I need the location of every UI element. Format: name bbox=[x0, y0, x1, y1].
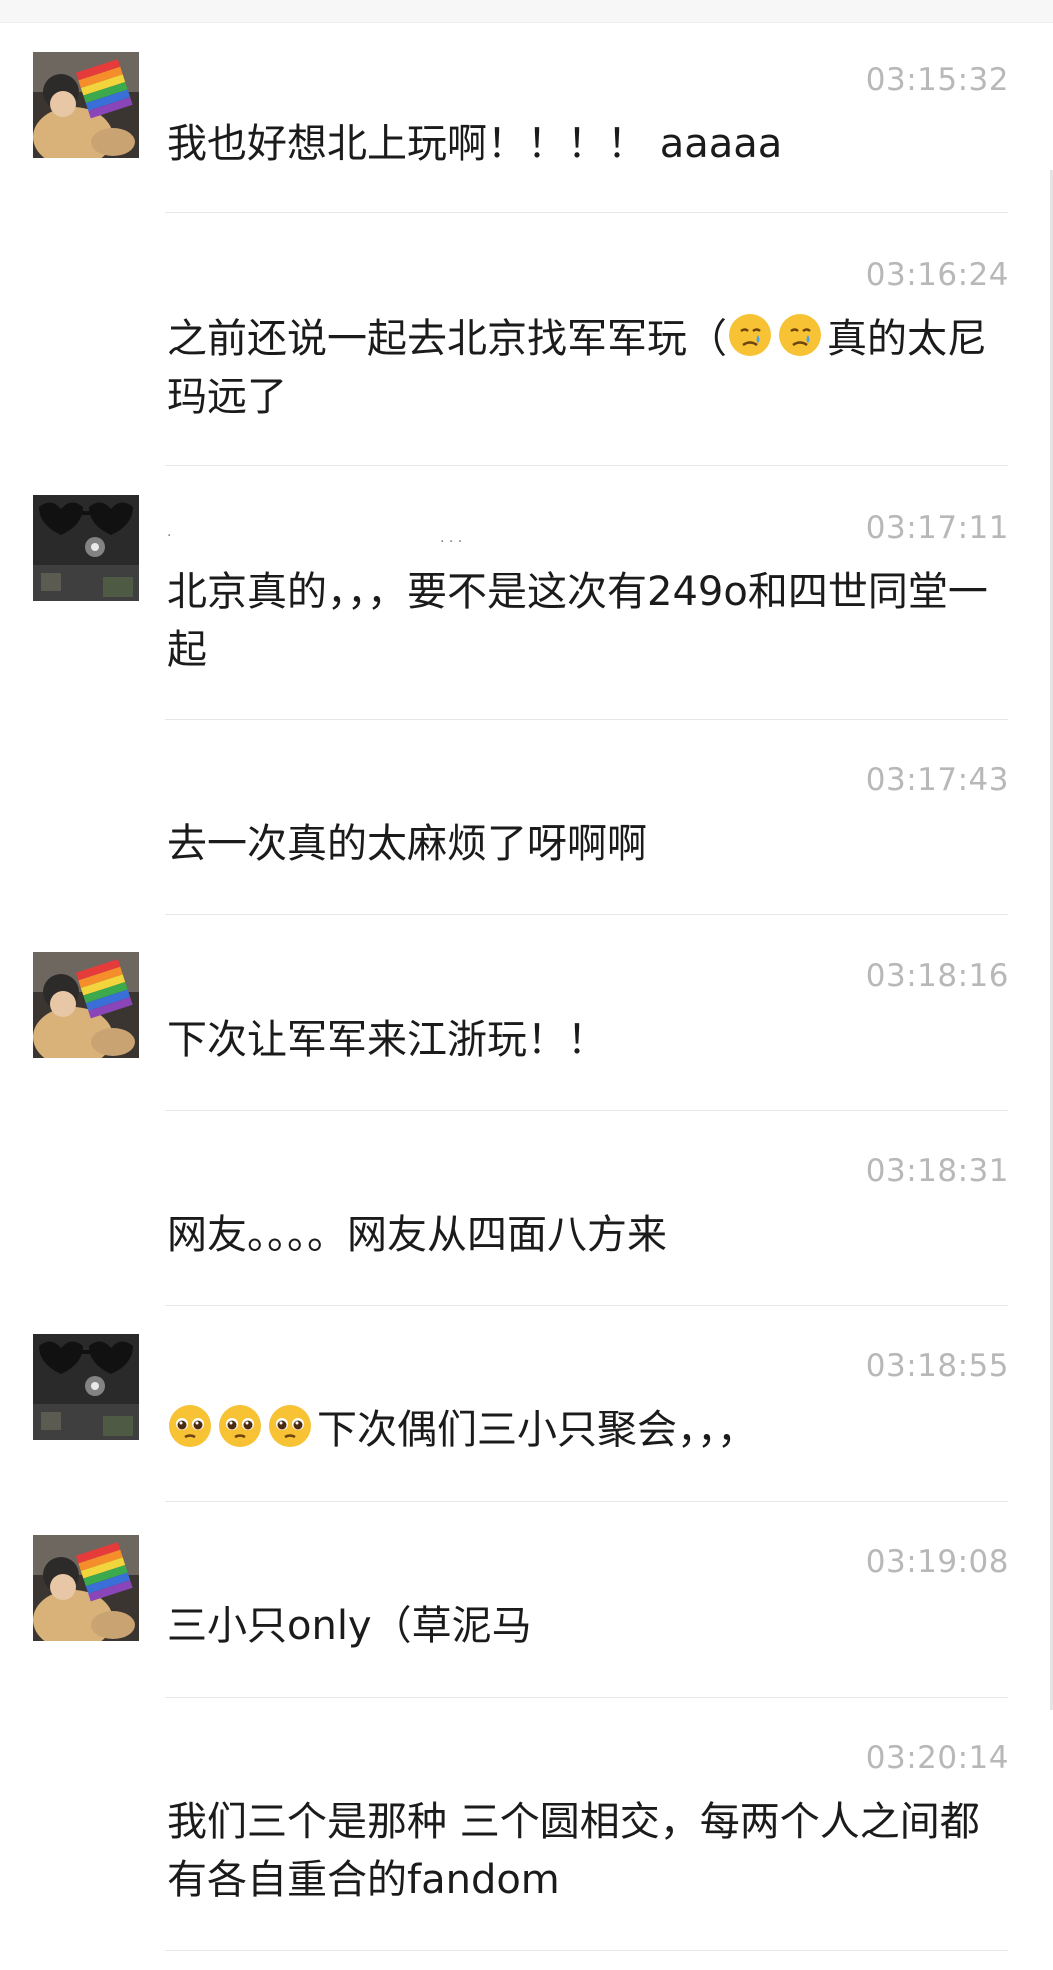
pleading-face-icon bbox=[167, 1403, 213, 1449]
divider bbox=[165, 465, 1008, 466]
message-text: 下次偶们三小只聚会，，， bbox=[167, 1401, 1007, 1459]
divider bbox=[165, 212, 1008, 213]
heart-sunglasses-avatar-icon bbox=[33, 495, 139, 601]
divider bbox=[165, 1110, 1008, 1111]
divider bbox=[165, 914, 1008, 915]
message-text: 去一次真的太麻烦了呀啊啊 bbox=[167, 821, 647, 867]
top-header-strip bbox=[0, 0, 1053, 23]
crying-face-icon bbox=[777, 312, 823, 358]
divider bbox=[165, 1697, 1008, 1698]
message-text: 网友。。。。网友从四面八方来 bbox=[167, 1212, 667, 1258]
heart-sunglasses-avatar-icon bbox=[33, 1334, 139, 1440]
message-timestamp: 03:20:14 bbox=[865, 1740, 1009, 1776]
message-timestamp: 03:19:08 bbox=[865, 1544, 1009, 1580]
message-timestamp: 03:16:24 bbox=[865, 257, 1009, 293]
divider bbox=[165, 1501, 1008, 1502]
crying-face-icon bbox=[727, 312, 773, 358]
message-timestamp: 03:18:16 bbox=[865, 958, 1009, 994]
pleading-face-icon bbox=[217, 1403, 263, 1449]
decorative-dot: · · · bbox=[440, 534, 463, 550]
message-text-part: 之前还说一起去北京找军军玩（ bbox=[167, 316, 727, 362]
message-text: 北京真的，，，要不是这次有249o和四世同堂一起 bbox=[167, 569, 988, 673]
message-text: 三小只only（草泥马 bbox=[167, 1603, 532, 1649]
message-timestamp: 03:17:43 bbox=[865, 762, 1009, 798]
message-text: 我们三个是那种 三个圆相交，每两个人之间都有各自重合的fandom bbox=[167, 1799, 980, 1903]
divider bbox=[165, 719, 1008, 720]
avatar[interactable] bbox=[33, 52, 139, 158]
rainbow-flag-avatar-icon bbox=[33, 52, 139, 158]
divider bbox=[165, 1305, 1008, 1306]
pleading-face-icon bbox=[267, 1403, 313, 1449]
message-text-part: 下次偶们三小只聚会，，， bbox=[317, 1407, 757, 1453]
rainbow-flag-avatar-icon bbox=[33, 952, 139, 1058]
message-timestamp: 03:18:31 bbox=[865, 1153, 1009, 1189]
message-timestamp: 03:18:55 bbox=[865, 1348, 1009, 1384]
message-text: 之前还说一起去北京找军军玩（ 真的太尼玛远了 bbox=[167, 310, 1007, 426]
message-text: 下次让军军来江浙玩！！ bbox=[167, 1017, 607, 1063]
avatar[interactable] bbox=[33, 952, 139, 1058]
avatar[interactable] bbox=[33, 495, 139, 601]
avatar[interactable] bbox=[33, 1334, 139, 1440]
decorative-dot: · bbox=[167, 528, 172, 544]
message-text: 我也好想北上玩啊！！！！ aaaaa bbox=[167, 121, 783, 167]
avatar[interactable] bbox=[33, 1535, 139, 1641]
message-timestamp: 03:17:11 bbox=[865, 510, 1009, 546]
divider bbox=[165, 1950, 1008, 1951]
message-timestamp: 03:15:32 bbox=[865, 62, 1009, 98]
rainbow-flag-avatar-icon bbox=[33, 1535, 139, 1641]
